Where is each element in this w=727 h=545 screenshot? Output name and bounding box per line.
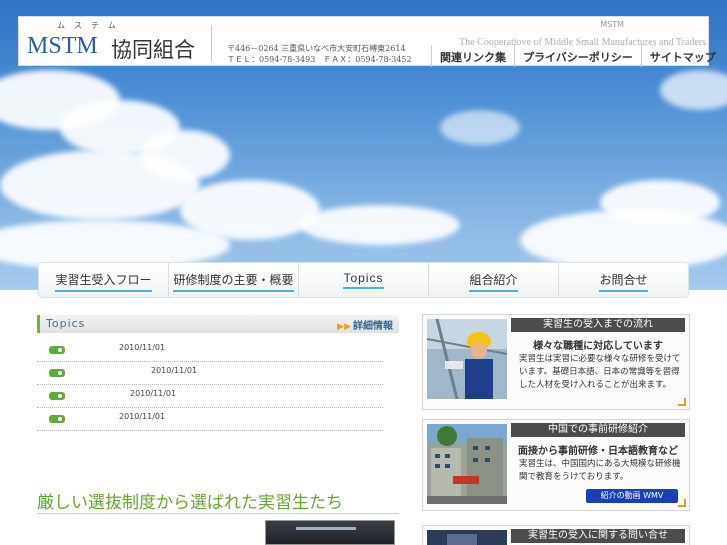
- new-badge-icon: [49, 415, 65, 423]
- topic-row[interactable]: 2010/11/01: [37, 362, 383, 385]
- tag-mstm: MSTM: [600, 20, 624, 29]
- topic-date: 2010/11/01: [119, 343, 166, 352]
- card-header: 実習生の受入までの流れ: [511, 318, 685, 332]
- gnav-flow-label: 実習生受入フロー: [55, 271, 152, 292]
- detail-link-label: 詳細情報: [353, 321, 393, 332]
- card-subtitle: 面接から事前研修・日本語教育など: [518, 446, 678, 457]
- site-header: ムステム MSTM 協同組合 〒446－0264 三重県いなべ市大安町石榑東26…: [18, 16, 716, 67]
- topic-date: 2010/11/01: [130, 389, 177, 398]
- topic-row[interactable]: 2010/11/01: [37, 339, 383, 362]
- gnav-about-label: 組合紹介: [469, 271, 518, 292]
- logo-kana: ムステム: [57, 21, 125, 30]
- card-body: 実習生は、中国国内にある大規模な研修機関で教育をうけております。: [519, 459, 681, 482]
- logo-mstm[interactable]: MSTM: [27, 33, 98, 60]
- gnav-topics[interactable]: Topics: [299, 263, 429, 297]
- section-title: 厳しい選抜制度から選ばれた実習生たち: [37, 493, 343, 513]
- gnav-topics-label: Topics: [343, 271, 384, 289]
- header-nav-sitemap[interactable]: サイトマップ: [640, 45, 724, 67]
- new-badge-icon: [49, 369, 65, 377]
- gnav-contact[interactable]: お問合せ: [559, 263, 688, 297]
- section-divider: [37, 513, 399, 514]
- address-line: 〒446－0264 三重県いなべ市大安町石榑東2614: [227, 44, 406, 53]
- gnav-contact-label: お問合せ: [599, 271, 648, 292]
- new-badge-icon: [49, 346, 65, 354]
- header-nav-links[interactable]: 関連リンク集: [431, 45, 514, 67]
- wmv-video-button[interactable]: 紹介の動画 WMV: [586, 489, 678, 503]
- topic-row[interactable]: 2010/11/01: [37, 408, 383, 431]
- topics-title: Topics: [46, 317, 86, 330]
- header-divider: [211, 25, 212, 61]
- card-header: 実習生の受入に関する問い合せ: [511, 529, 685, 543]
- corner-arrow-icon: [678, 499, 686, 507]
- header-nav-privacy[interactable]: プライバシーポリシー: [514, 45, 641, 67]
- corner-arrow-icon: [678, 398, 686, 406]
- gnav-flow[interactable]: 実習生受入フロー: [39, 263, 169, 297]
- card-subtitle: 様々な職種に対応しています: [533, 341, 663, 352]
- gnav-overview[interactable]: 研修制度の主要・概要: [169, 263, 299, 297]
- card-body: 実習生は実習に必要な様々な研修を受けています。基礎日本語、日本の常識等を習得した…: [519, 354, 681, 390]
- gnav-overview-label: 研修制度の主要・概要: [173, 271, 294, 292]
- contact-line: ＴＥＬ：0594-78-3493 ＦＡＸ：0594-78-3452: [227, 55, 412, 64]
- inquiry-photo: [427, 530, 507, 545]
- new-badge-icon: [49, 392, 65, 400]
- card-inquiry[interactable]: 実習生の受入に関する問い合せ: [422, 525, 690, 545]
- card-intake-flow[interactable]: 実習生の受入までの流れ 様々な職種に対応しています 実習生は実習に必要な様々な研…: [422, 314, 690, 410]
- global-nav: 実習生受入フロー 研修制度の主要・概要 Topics 組合紹介 お問合せ: [38, 262, 689, 298]
- worker-photo: [427, 319, 507, 399]
- card-header: 中国での事前研修紹介: [511, 423, 685, 437]
- double-arrow-icon: ▶▶: [337, 322, 351, 332]
- logo-kyodo-kumiai[interactable]: 協同組合: [111, 34, 195, 64]
- gnav-about[interactable]: 組合紹介: [429, 263, 559, 297]
- building-photo: [427, 424, 507, 504]
- topic-row[interactable]: 2010/11/01: [37, 385, 383, 408]
- detail-link[interactable]: ▶▶ 詳細情報: [337, 317, 393, 332]
- topics-header: Topics ▶▶ 詳細情報: [37, 315, 399, 333]
- trainee-photo: [265, 520, 395, 545]
- header-nav: 関連リンク集 プライバシーポリシー サイトマップ: [431, 45, 724, 67]
- topic-date: 2010/11/01: [151, 366, 198, 375]
- topic-date: 2010/11/01: [119, 412, 166, 421]
